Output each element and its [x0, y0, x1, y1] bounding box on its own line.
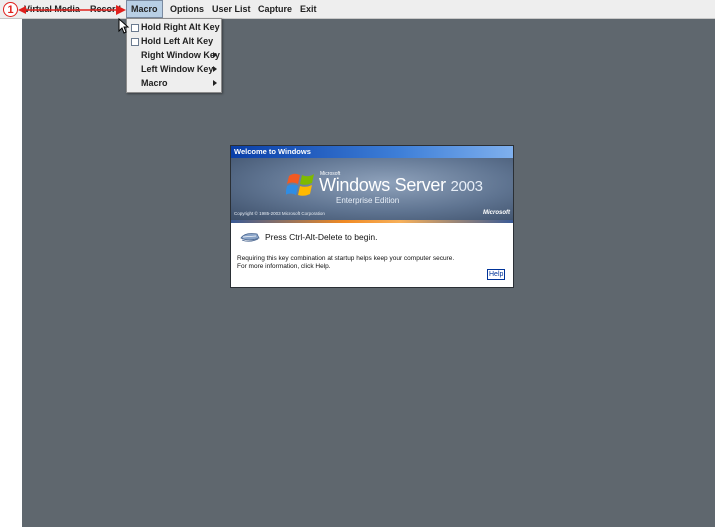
menu-option-label: Hold Right Alt Key — [141, 22, 220, 32]
product-year: 2003 — [450, 178, 483, 195]
help-button[interactable]: Help — [487, 269, 506, 280]
menu-option-hold-left-alt[interactable]: Hold Left Alt Key — [127, 35, 221, 48]
checkbox-icon[interactable] — [131, 38, 139, 46]
menu-bar: 1 Virtual Media Record Macro Options Use… — [0, 0, 715, 19]
accent-stripe — [231, 220, 513, 223]
windows-flag-logo-icon — [286, 173, 314, 196]
microsoft-logo-text: Microsoft — [483, 210, 510, 216]
menu-option-left-window-key[interactable]: Left Window Key — [127, 63, 221, 76]
menu-options[interactable]: Options — [166, 0, 208, 18]
menu-option-right-window-key[interactable]: Right Window Key — [127, 49, 221, 62]
macro-dropdown-menu: Hold Right Alt Key Hold Left Alt Key Rig… — [126, 18, 222, 93]
menu-option-label: Macro — [141, 78, 168, 88]
menu-option-label: Hold Left Alt Key — [141, 36, 214, 46]
menu-option-hold-right-alt[interactable]: Hold Right Alt Key — [127, 21, 221, 34]
mouse-pointer-icon — [118, 18, 130, 34]
keyboard-icon — [240, 233, 260, 242]
menu-macro[interactable]: Macro — [126, 0, 163, 18]
checkbox-icon[interactable] — [131, 24, 139, 32]
menu-user-list[interactable]: User List — [208, 0, 255, 18]
menu-option-macro-submenu[interactable]: Macro — [127, 77, 221, 90]
menu-virtual-media[interactable]: Virtual Media — [20, 0, 84, 18]
menu-exit[interactable]: Exit — [296, 0, 321, 18]
callout-badge: 1 — [3, 2, 18, 17]
requiring-info-text: Requiring this key combination at startu… — [237, 255, 455, 270]
press-ctrl-alt-delete-text: Press Ctrl-Alt-Delete to begin. — [265, 232, 378, 242]
dialog-title-bar: Welcome to Windows — [231, 146, 513, 158]
menu-capture[interactable]: Capture — [254, 0, 296, 18]
menu-option-label: Left Window Key — [141, 64, 214, 74]
product-edition: Enterprise Edition — [336, 196, 400, 205]
welcome-dialog: Welcome to Windows Microsoft Windows Ser… — [230, 145, 514, 288]
product-name: Windows Server 2003 — [319, 175, 483, 196]
submenu-arrow-icon — [213, 52, 217, 58]
submenu-arrow-icon — [213, 66, 217, 72]
submenu-arrow-icon — [213, 80, 217, 86]
menu-option-label: Right Window Key — [141, 50, 220, 60]
product-title: Windows Server — [319, 175, 446, 195]
windows-server-banner: Microsoft Windows Server 2003 Enterprise… — [231, 158, 513, 220]
menu-record[interactable]: Record — [86, 0, 125, 18]
copyright-text: Copyright © 1985-2003 Microsoft Corporat… — [234, 211, 325, 216]
